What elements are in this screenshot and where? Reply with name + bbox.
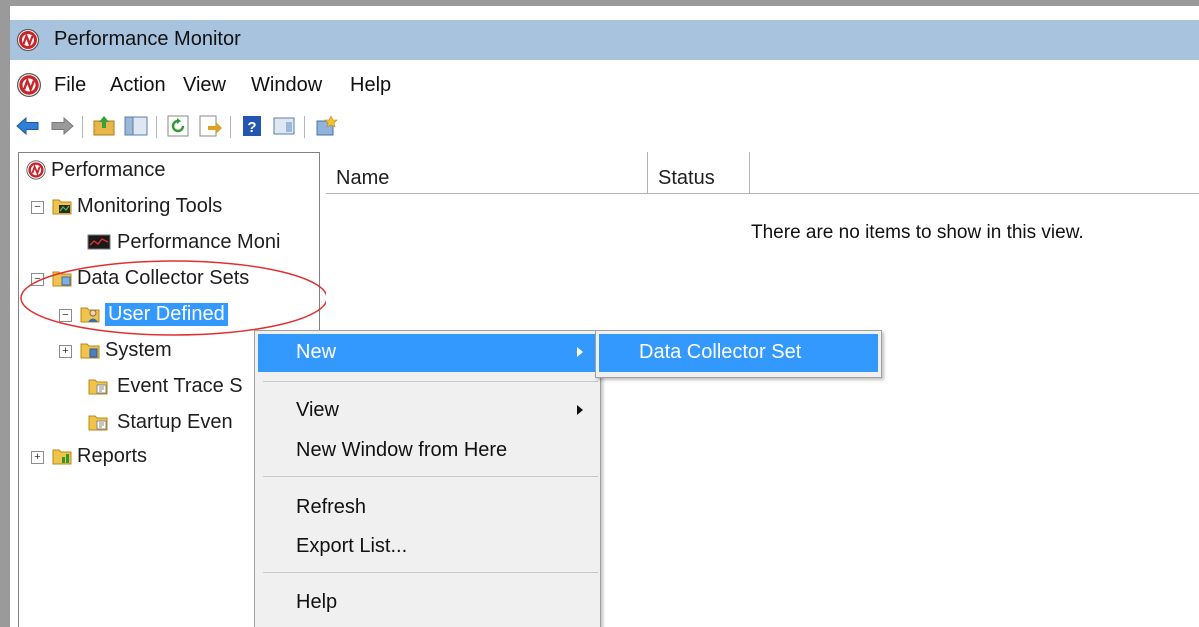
toolbar-separator xyxy=(82,116,83,138)
user-defined-folder-icon xyxy=(79,303,101,325)
menu-item-label: Help xyxy=(296,591,338,613)
menu-item-view[interactable]: View xyxy=(258,392,597,430)
collapse-icon[interactable]: − xyxy=(59,309,72,322)
collapse-icon[interactable]: − xyxy=(31,201,44,214)
startup-event-folder-icon xyxy=(87,411,109,433)
toolbar-separator xyxy=(304,116,305,138)
menu-item-new[interactable]: New xyxy=(258,334,597,372)
perfmon-app-icon xyxy=(16,28,40,57)
menu-item-export-list[interactable]: Export List... xyxy=(258,528,597,566)
system-menu-icon[interactable] xyxy=(16,72,42,103)
tree-item-label: Performance xyxy=(51,159,166,181)
window-edge xyxy=(0,6,10,627)
menu-item-data-collector-set[interactable]: Data Collector Set xyxy=(599,334,878,372)
tree-item-label: Performance Moni xyxy=(117,231,281,253)
new-window-icon[interactable] xyxy=(312,112,340,140)
event-trace-folder-icon xyxy=(87,375,109,397)
submenu-arrow-icon xyxy=(577,405,583,415)
data-collector-sets-folder-icon xyxy=(51,267,73,289)
toolbar-separator xyxy=(230,116,231,138)
tree-item-label: Startup Even xyxy=(117,411,233,433)
toolbar-separator xyxy=(156,116,157,138)
menu-file[interactable]: File xyxy=(54,74,86,97)
perfmon-app-icon xyxy=(25,159,47,181)
submenu-arrow-icon xyxy=(577,347,583,357)
menu-action[interactable]: Action xyxy=(110,74,166,97)
menu-item-refresh[interactable]: Refresh xyxy=(258,489,597,527)
menu-window[interactable]: Window xyxy=(251,74,322,97)
menu-item-label: Data Collector Set xyxy=(639,341,802,363)
tree-item-label: User Defined xyxy=(105,303,228,326)
menu-help[interactable]: Help xyxy=(350,74,391,97)
tree-item-label: Monitoring Tools xyxy=(77,195,223,217)
up-folder-icon[interactable] xyxy=(90,112,118,140)
expand-icon[interactable]: + xyxy=(59,345,72,358)
menu-item-help[interactable]: Help xyxy=(258,584,597,622)
menu-item-label: New xyxy=(296,341,337,363)
column-header-filler xyxy=(750,152,1199,194)
menu-separator xyxy=(263,476,598,477)
menu-item-label: View xyxy=(296,399,339,421)
collapse-icon[interactable]: − xyxy=(31,273,44,286)
column-header-status[interactable]: Status xyxy=(648,152,750,194)
refresh-icon[interactable] xyxy=(164,112,192,140)
new-submenu: Data Collector Set xyxy=(595,330,882,378)
monitoring-tools-folder-icon xyxy=(51,195,73,217)
title-bar[interactable]: Performance Monitor xyxy=(10,20,1199,60)
back-icon[interactable] xyxy=(14,112,42,140)
app-window: Performance Monitor File Action View Win… xyxy=(0,0,1199,627)
performance-monitor-chart-icon xyxy=(87,231,111,253)
window-edge xyxy=(0,0,1199,6)
tree-item-label: Event Trace S xyxy=(117,375,243,397)
forward-icon[interactable] xyxy=(48,112,76,140)
help-icon[interactable]: ? xyxy=(238,112,266,140)
tree-item-label: Data Collector Sets xyxy=(77,267,250,289)
toolbar: ? xyxy=(10,108,1199,146)
menu-separator xyxy=(263,572,598,573)
tree-item-label: System xyxy=(105,339,172,361)
svg-text:?: ? xyxy=(247,119,256,136)
expand-icon[interactable]: + xyxy=(31,451,44,464)
menu-item-label: Refresh xyxy=(296,496,367,518)
properties-icon[interactable] xyxy=(270,112,298,140)
menu-view[interactable]: View xyxy=(183,74,226,97)
show-hide-tree-icon[interactable] xyxy=(122,112,150,140)
empty-view-message: There are no items to show in this view. xyxy=(751,222,1084,243)
tree-item-label: Reports xyxy=(77,445,148,467)
export-list-icon[interactable] xyxy=(196,112,224,140)
reports-folder-icon xyxy=(51,445,73,467)
menu-separator xyxy=(263,381,598,382)
menu-bar: File Action View Window Help xyxy=(10,62,1199,106)
menu-item-new-window[interactable]: New Window from Here xyxy=(258,432,597,470)
context-menu: New View New Window from Here Refresh Ex… xyxy=(254,330,601,627)
window-title: Performance Monitor xyxy=(54,28,241,50)
column-header-name[interactable]: Name xyxy=(326,152,648,194)
menu-item-label: Export List... xyxy=(296,535,408,557)
menu-item-label: New Window from Here xyxy=(296,439,508,461)
system-folder-icon xyxy=(79,339,101,361)
